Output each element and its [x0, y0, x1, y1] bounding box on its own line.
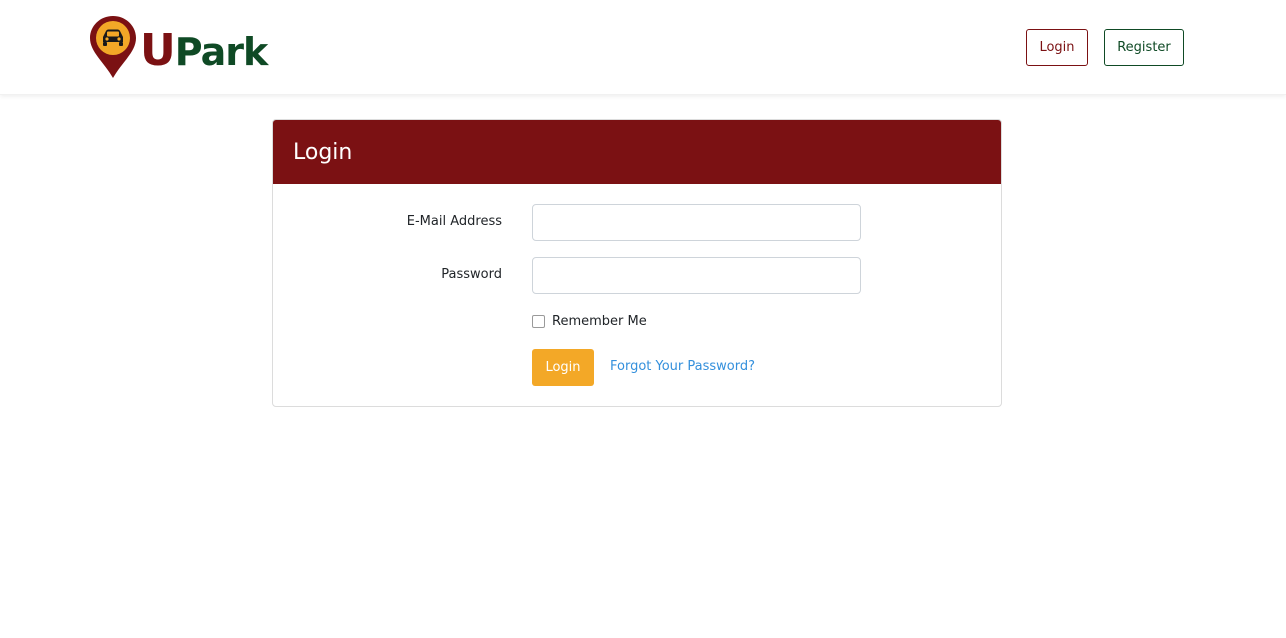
- navbar: UPark Login Register: [0, 0, 1286, 95]
- password-label: Password: [441, 267, 502, 282]
- brand-name: UPark: [140, 29, 268, 74]
- login-card-header: Login: [273, 120, 1001, 184]
- login-submit-button[interactable]: Login: [532, 349, 594, 386]
- login-card-title: Login: [293, 139, 353, 165]
- remember-me-label: Remember Me: [552, 314, 647, 329]
- brand-name-u: U: [140, 25, 176, 76]
- remember-me[interactable]: Remember Me: [532, 314, 647, 329]
- brand-name-park: Park: [174, 30, 268, 74]
- nav-login-button[interactable]: Login: [1026, 29, 1088, 66]
- forgot-password-link[interactable]: Forgot Your Password?: [610, 359, 755, 374]
- password-field[interactable]: [532, 257, 861, 294]
- email-label: E-Mail Address: [406, 214, 502, 229]
- remember-me-checkbox[interactable]: [532, 315, 545, 328]
- map-pin-car-icon: [90, 16, 136, 78]
- email-field[interactable]: [532, 204, 861, 241]
- brand-logo[interactable]: UPark: [88, 14, 268, 80]
- login-card: Login E-Mail Address Password Remember M…: [272, 119, 1002, 407]
- nav-register-button[interactable]: Register: [1104, 29, 1184, 66]
